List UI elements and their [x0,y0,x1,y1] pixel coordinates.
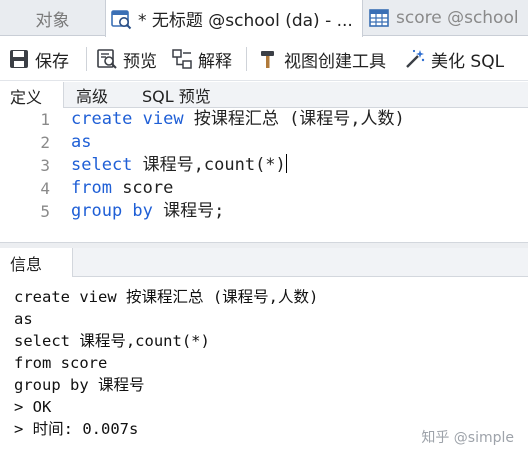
code-line: select 课程号,count(*) [71,154,287,177]
code-line: group by 课程号; [71,200,224,223]
editor-sub-tabs: 定义 高级 SQL 预览 [0,82,528,109]
tab-objects[interactable]: 对象 [0,0,105,36]
view-builder-button[interactable]: 视图创建工具 [257,45,386,73]
tab-info-label: 信息 [10,255,43,274]
beautify-sql-label: 美化 SQL [431,51,505,72]
line-number: 1 [40,110,50,129]
tab-definition-label: 定义 [10,87,43,107]
code-line: create view 按课程汇总 (课程号,人数) [71,108,405,131]
toolbar-divider [86,47,87,71]
sql-text: 课程号,count(*) [132,155,286,175]
magic-wand-icon [406,49,425,68]
line-number-gutter: 1 2 3 4 5 [0,108,64,242]
output-line: select 课程号,count(*) [14,332,210,350]
result-tabs: 信息 [0,248,528,278]
output-line: > 时间: 0.007s [14,420,139,438]
line-number: 5 [40,202,50,221]
sql-editor[interactable]: 1 2 3 4 5 create view 按课程汇总 (课程号,人数) as … [0,108,528,242]
save-button[interactable]: 保存 [8,45,69,73]
sql-keyword: select [71,155,133,175]
explain-icon [172,49,192,69]
tab-untitled-query-label: * 无标题 @school (da) - ... [138,11,353,31]
hammer-icon [261,51,274,68]
sql-keyword: create view [71,109,184,129]
sql-keyword: from [71,178,112,198]
sql-keyword: group by [71,201,153,221]
query-view-icon [111,9,132,29]
sql-text: 课程号; [152,201,225,221]
preview-icon [97,49,117,69]
tab-untitled-query[interactable]: * 无标题 @school (da) - ... [105,0,363,37]
tab-info[interactable]: 信息 [0,248,73,278]
sql-keyword: as [71,132,92,152]
tab-score-table-label: score @school [396,8,519,28]
save-icon [10,50,28,68]
explain-button[interactable]: 解释 [171,45,232,73]
beautify-sql-button[interactable]: 美化 SQL [404,45,504,73]
save-label: 保存 [35,51,69,72]
explain-label: 解释 [198,51,232,72]
toolbar-divider [246,47,247,71]
output-line: from score [14,354,108,372]
code-line: as [71,131,91,154]
output-line: as [14,310,33,328]
toolbar: 保存 预览 解释 视图创建工具 美化 SQL [0,37,528,81]
document-tab-bar: 对象 * 无标题 @school (da) - ... score @schoo… [0,0,528,37]
line-number: 2 [40,133,50,152]
sql-text: 按课程汇总 (课程号,人数) [183,109,405,129]
sql-text: score [111,178,174,198]
tab-sql-preview[interactable]: SQL 预览 [142,82,211,108]
table-icon [369,9,389,27]
output-line: group by 课程号 [14,376,145,394]
tab-advanced[interactable]: 高级 [76,82,108,108]
tab-sql-preview-label: SQL 预览 [142,87,211,106]
line-number: 3 [40,156,50,175]
tab-definition[interactable]: 定义 [0,82,64,109]
preview-label: 预览 [123,51,157,72]
code-line: from score [71,177,173,200]
tab-objects-label: 对象 [35,10,70,31]
output-line: create view 按课程汇总 (课程号,人数) [14,288,319,306]
view-builder-label: 视图创建工具 [284,51,386,72]
text-caret [285,154,287,173]
watermark: 知乎 @simple [421,430,514,446]
preview-button[interactable]: 预览 [96,45,157,73]
line-number: 4 [40,179,50,198]
tab-score-table[interactable]: score @school [364,0,528,36]
tab-advanced-label: 高级 [76,87,109,106]
output-line: > OK [14,398,52,416]
